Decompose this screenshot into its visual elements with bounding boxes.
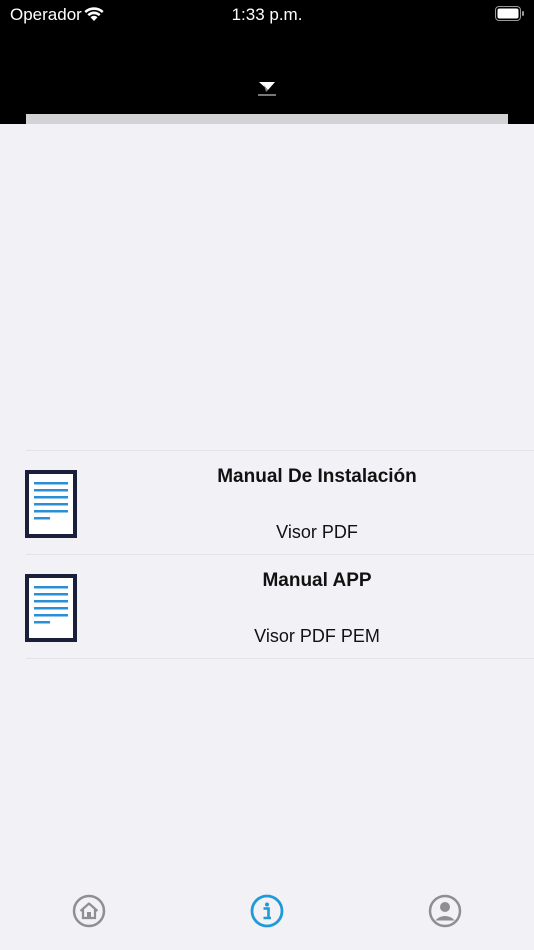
list-divider bbox=[26, 554, 534, 555]
app-logo-icon bbox=[258, 82, 276, 96]
status-bar: Operador 1:33 p.m. bbox=[0, 0, 534, 30]
battery-icon bbox=[495, 6, 524, 21]
document-icon bbox=[25, 574, 77, 642]
document-subtitle: Visor PDF PEM bbox=[254, 626, 380, 646]
app-header: Operador 1:33 p.m. bbox=[0, 0, 534, 124]
status-time: 1:33 p.m. bbox=[231, 5, 303, 24]
document-title: Manual APP bbox=[262, 570, 372, 591]
document-subtitle: Visor PDF bbox=[276, 522, 358, 542]
info-icon[interactable] bbox=[250, 894, 284, 928]
list-divider bbox=[26, 450, 534, 451]
document-title: Manual De Instalación bbox=[217, 466, 417, 487]
document-row-app[interactable]: Manual APP Visor PDF PEM bbox=[0, 556, 534, 660]
list-divider bbox=[26, 658, 534, 659]
profile-icon[interactable] bbox=[428, 894, 462, 928]
tab-bar bbox=[0, 880, 534, 950]
document-icon bbox=[25, 470, 77, 538]
document-row-installation[interactable]: Manual De Instalación Visor PDF bbox=[0, 452, 534, 556]
header-strip bbox=[26, 114, 508, 124]
home-icon[interactable] bbox=[72, 894, 106, 928]
